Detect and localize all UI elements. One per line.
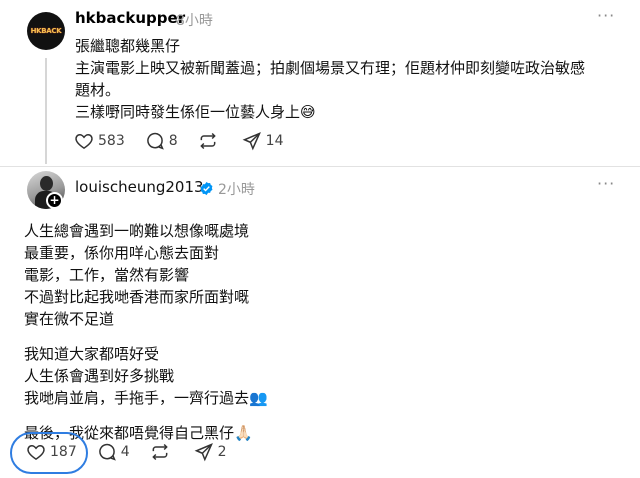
post-line: 實在微不足道 — [24, 310, 115, 328]
share-count: 2 — [217, 444, 227, 460]
post-line: 我哋肩並肩，手拖手，一齊行過去👥 — [24, 389, 268, 407]
post-line: 題材。 — [75, 81, 121, 99]
paragraph: 我知道大家都唔好受 人生係會遇到好多挑戰 我哋肩並肩，手拖手，一齊行過去👥 — [24, 343, 614, 409]
heart-icon — [75, 133, 93, 149]
post-text: 人生總會遇到一啲難以想像嘅處境 最重要，係你用咩心態去面對 電影，工作，當然有影… — [24, 220, 614, 457]
post-line: 三樣嘢同時發生係佢一位藝人身上😅 — [75, 103, 316, 121]
repost-button[interactable] — [150, 442, 174, 462]
post-time: 2小時 — [218, 182, 255, 198]
comment-icon — [146, 132, 164, 150]
send-icon — [242, 132, 261, 151]
more-options-icon[interactable]: ··· — [597, 6, 615, 25]
username[interactable]: hkbackupper — [75, 9, 185, 27]
comment-button[interactable]: 4 — [97, 442, 130, 462]
post-actions: 187 4 2 — [26, 442, 247, 462]
share-button[interactable]: 2 — [194, 442, 227, 462]
avatar-head — [40, 176, 53, 191]
comment-count: 4 — [120, 444, 130, 460]
like-button[interactable]: 583 — [74, 131, 125, 151]
post-line: 主演電影上映又被新聞蓋過；拍劇個場景又冇理；佢題材仲即刻變咗政治敏感 — [75, 59, 586, 77]
send-icon — [194, 443, 213, 462]
post-actions: 583 8 14 — [74, 131, 303, 151]
repost-button[interactable] — [198, 131, 222, 151]
verified-badge-icon — [200, 181, 213, 196]
post-line: 人生總會遇到一啲難以想像嘅處境 — [24, 222, 250, 240]
share-button[interactable]: 14 — [242, 131, 284, 151]
post-line: 人生係會遇到好多挑戰 — [24, 367, 175, 385]
paragraph: 人生總會遇到一啲難以想像嘅處境 最重要，係你用咩心態去面對 電影，工作，當然有影… — [24, 220, 614, 330]
post-time: 8小時 — [176, 13, 213, 29]
post-line: 最後，我從來都唔覺得自己黑仔🙏🏻 — [24, 424, 253, 442]
avatar[interactable]: HKBACK — [27, 12, 65, 50]
post-divider — [0, 166, 640, 167]
share-count: 14 — [265, 133, 284, 149]
comment-button[interactable]: 8 — [145, 131, 178, 151]
repost-icon — [151, 443, 168, 461]
repost-icon — [199, 132, 216, 150]
post-line: 最重要，係你用咩心態去面對 — [24, 244, 220, 262]
like-button[interactable]: 187 — [26, 442, 77, 462]
post-hkbackupper: HKBACK hkbackupper 8小時 ··· 張繼聰都幾黑仔 主演電影上… — [0, 0, 640, 166]
like-count: 187 — [50, 444, 77, 460]
post-line: 不過對比起我哋香港而家所面對嘅 — [24, 288, 250, 306]
follow-plus-icon[interactable]: + — [46, 192, 63, 209]
post-line: 張繼聰都幾黑仔 — [75, 37, 181, 55]
paragraph: 最後，我從來都唔覺得自己黑仔🙏🏻 — [24, 422, 614, 444]
post-text: 張繼聰都幾黑仔 主演電影上映又被新聞蓋過；拍劇個場景又冇理；佢題材仲即刻變咗政治… — [75, 35, 615, 123]
like-count: 583 — [98, 133, 125, 149]
post-line: 我知道大家都唔好受 — [24, 345, 160, 363]
heart-icon — [27, 444, 45, 460]
username[interactable]: louischeung2013 — [75, 178, 204, 196]
comment-count: 8 — [168, 133, 178, 149]
post-line: 電影，工作，當然有影響 — [24, 266, 190, 284]
more-options-icon[interactable]: ··· — [597, 174, 615, 193]
thread-line — [45, 58, 47, 164]
avatar-logo: HKBACK — [30, 27, 62, 35]
comment-icon — [98, 443, 116, 461]
